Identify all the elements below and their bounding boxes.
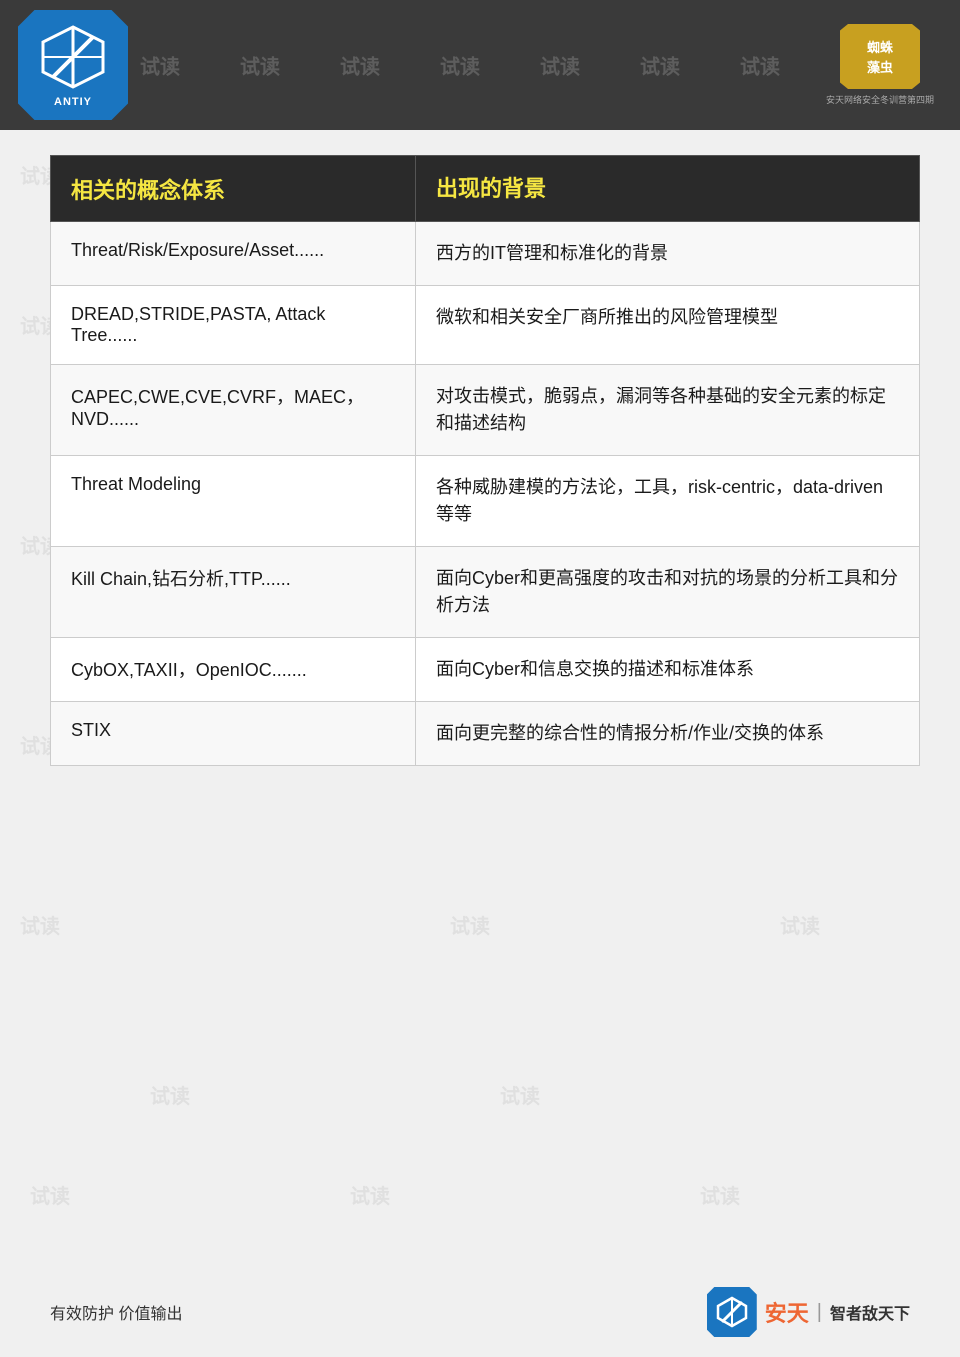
table-cell-right: 面向Cyber和更高强度的攻击和对抗的场景的分析工具和分析方法: [415, 547, 919, 638]
table-cell-right: 微软和相关安全厂商所推出的风险管理模型: [415, 286, 919, 365]
table-cell-right: 西方的IT管理和标准化的背景: [415, 222, 919, 286]
table-row: CAPEC,CWE,CVE,CVRF，MAEC，NVD......对攻击模式，脆…: [51, 365, 920, 456]
antiy-logo-icon: [38, 22, 108, 92]
footer-brand-sub: 智者敌天下: [830, 1300, 910, 1324]
table-cell-left: DREAD,STRIDE,PASTA, Attack Tree......: [51, 286, 416, 365]
table-cell-right: 面向Cyber和信息交换的描述和标准体系: [415, 638, 919, 702]
table-row: Threat/Risk/Exposure/Asset......西方的IT管理和…: [51, 222, 920, 286]
header-watermarks: 试读 试读 试读 试读 试读 试读 试读: [140, 51, 780, 80]
col2-header: 出现的背景: [415, 156, 919, 222]
table-cell-left: CAPEC,CWE,CVE,CVRF，MAEC，NVD......: [51, 365, 416, 456]
header: ANTIY 试读 试读 试读 试读 试读 试读 试读 蜘蛛 藻虫 安天网络安全冬…: [0, 0, 960, 130]
header-right-logo-area: 蜘蛛 藻虫 安天网络安全冬训营第四期: [820, 10, 940, 120]
table-cell-right: 各种威胁建模的方法论，工具，risk-centric，data-driven等等: [415, 456, 919, 547]
svg-text:藻虫: 藻虫: [867, 60, 893, 75]
table-row: DREAD,STRIDE,PASTA, Attack Tree......微软和…: [51, 286, 920, 365]
table-row: CybOX,TAXII，OpenIOC.......面向Cyber和信息交换的描…: [51, 638, 920, 702]
training-badge: 蜘蛛 藻虫: [840, 24, 920, 89]
table-cell-left: STIX: [51, 702, 416, 766]
table-cell-left: Kill Chain,钻石分析,TTP......: [51, 547, 416, 638]
table-cell-left: Threat/Risk/Exposure/Asset......: [51, 222, 416, 286]
footer-pipe: |: [817, 1301, 822, 1324]
table-row: STIX面向更完整的综合性的情报分析/作业/交换的体系: [51, 702, 920, 766]
concept-table: 相关的概念体系 出现的背景 Threat/Risk/Exposure/Asset…: [50, 155, 920, 766]
antiy-footer-icon: [716, 1296, 748, 1328]
main-content: 相关的概念体系 出现的背景 Threat/Risk/Exposure/Asset…: [50, 155, 920, 766]
table-row: Threat Modeling各种威胁建模的方法论，工具，risk-centri…: [51, 456, 920, 547]
antiy-label: ANTIY: [54, 96, 92, 108]
footer-brand: 安天 | 智者敌天下: [707, 1287, 910, 1337]
svg-text:蜘蛛: 蜘蛛: [867, 40, 894, 55]
col1-header: 相关的概念体系: [51, 156, 416, 222]
table-cell-right: 面向更完整的综合性的情报分析/作业/交换的体系: [415, 702, 919, 766]
training-logo-icon: 蜘蛛 藻虫: [840, 24, 920, 89]
table-cell-left: CybOX,TAXII，OpenIOC.......: [51, 638, 416, 702]
training-subtitle: 安天网络安全冬训营第四期: [826, 93, 934, 106]
footer: 有效防护 价值输出 安天 | 智者敌天下: [0, 1267, 960, 1357]
table-cell-left: Threat Modeling: [51, 456, 416, 547]
header-logo: ANTIY: [18, 10, 128, 120]
footer-brand-main: 安天: [765, 1296, 809, 1328]
footer-tagline: 有效防护 价值输出: [50, 1300, 182, 1324]
footer-logo-icon: [707, 1287, 757, 1337]
table-row: Kill Chain,钻石分析,TTP......面向Cyber和更高强度的攻击…: [51, 547, 920, 638]
table-cell-right: 对攻击模式，脆弱点，漏洞等各种基础的安全元素的标定和描述结构: [415, 365, 919, 456]
